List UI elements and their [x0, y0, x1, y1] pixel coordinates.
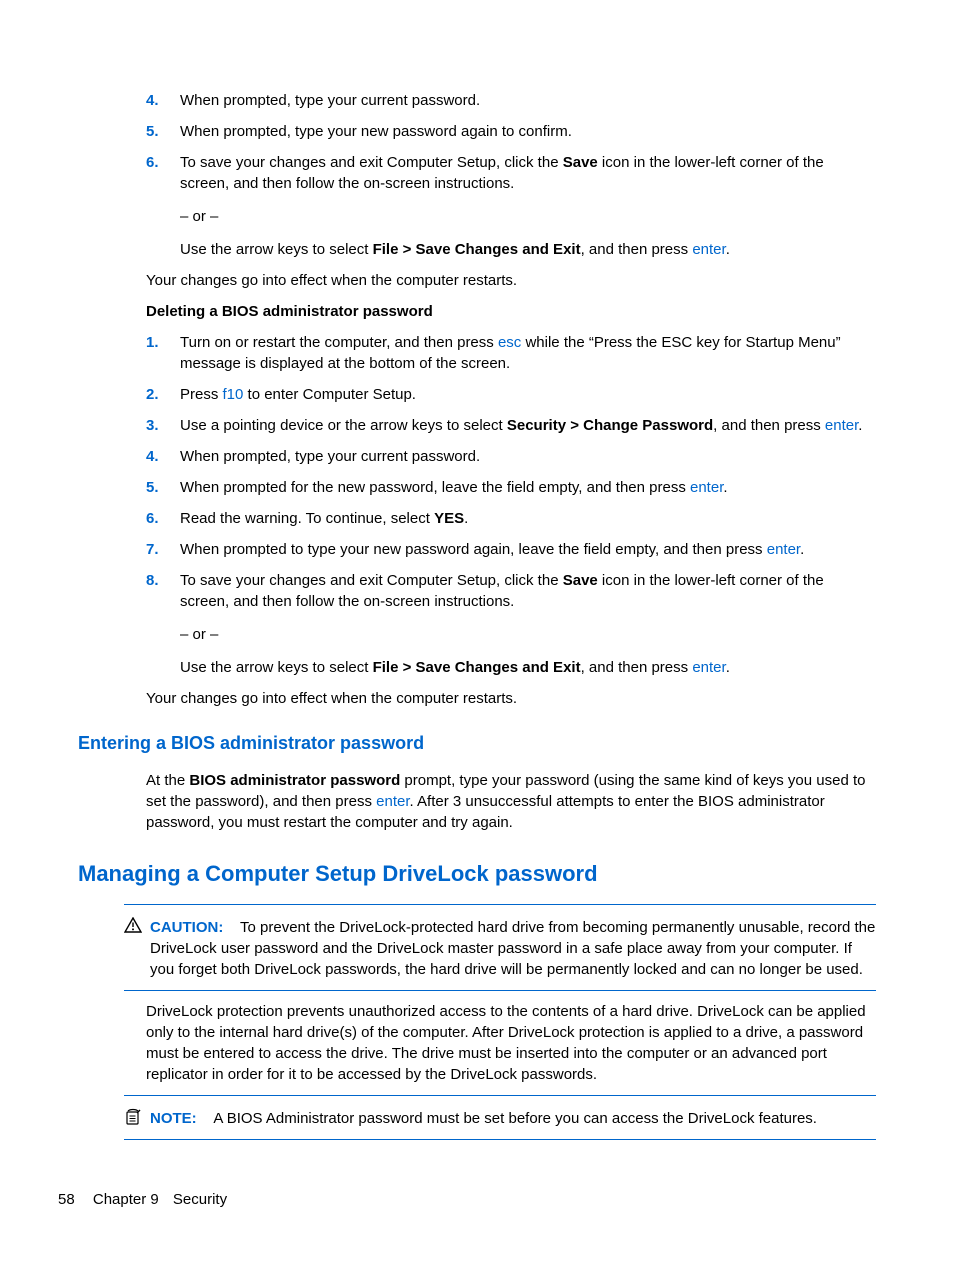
step-number: 4. [146, 446, 159, 467]
divider [124, 904, 876, 905]
subheading-deleting: Deleting a BIOS administrator password [146, 301, 876, 322]
step-text: Turn on or restart the computer, and the… [180, 334, 841, 372]
caution-callout: CAUTION: To prevent the DriveLock-protec… [124, 915, 876, 984]
step-text: Press f10 to enter Computer Setup. [180, 386, 416, 403]
step-number: 5. [146, 121, 159, 142]
step-item: 4. When prompted, type your current passw… [146, 446, 876, 467]
step-item: 8. To save your changes and exit Computer… [146, 570, 876, 678]
page-number: 58 [58, 1191, 75, 1208]
step-text: Use a pointing device or the arrow keys … [180, 417, 862, 434]
step-text: To save your changes and exit Computer S… [180, 154, 824, 192]
step-number: 6. [146, 508, 159, 529]
step-number: 8. [146, 570, 159, 591]
steps-deleting: 1. Turn on or restart the computer, and t… [146, 332, 876, 678]
steps-continued: 4. When prompted, type your current passw… [146, 90, 876, 260]
heading-entering-bios-password: Entering a BIOS administrator password [78, 731, 876, 756]
step-item: 1. Turn on or restart the computer, and t… [146, 332, 876, 374]
chapter-title: Security [173, 1191, 227, 1208]
step-item: 5. When prompted, type your new password … [146, 121, 876, 142]
caution-text: To prevent the DriveLock-protected hard … [150, 919, 875, 978]
step-text: Read the warning. To continue, select YE… [180, 510, 468, 527]
heading-managing-drivelock: Managing a Computer Setup DriveLock pass… [78, 859, 876, 890]
body-text: Your changes go into effect when the com… [146, 270, 876, 291]
note-label: NOTE: [150, 1110, 197, 1127]
divider [124, 1095, 876, 1096]
step-item: 6. Read the warning. To continue, select … [146, 508, 876, 529]
step-number: 3. [146, 415, 159, 436]
step-number: 7. [146, 539, 159, 560]
step-sub-text: – or – [180, 206, 876, 227]
note-icon [124, 1108, 142, 1132]
step-text: To save your changes and exit Computer S… [180, 572, 824, 610]
divider [124, 990, 876, 991]
page-footer: 58 Chapter 9 Security [58, 1189, 227, 1210]
step-text: When prompted, type your current passwor… [180, 448, 480, 465]
step-text: When prompted, type your current passwor… [180, 92, 480, 109]
step-text: When prompted, type your new password ag… [180, 123, 572, 140]
divider [124, 1139, 876, 1140]
step-item: 7. When prompted to type your new passwor… [146, 539, 876, 560]
step-item: 5. When prompted for the new password, le… [146, 477, 876, 498]
step-item: 6. To save your changes and exit Computer… [146, 152, 876, 260]
step-text: When prompted for the new password, leav… [180, 479, 728, 496]
caution-text [228, 919, 241, 936]
step-item: 4. When prompted, type your current passw… [146, 90, 876, 111]
caution-label: CAUTION: [150, 919, 223, 936]
step-number: 5. [146, 477, 159, 498]
step-number: 2. [146, 384, 159, 405]
step-sub-text: Use the arrow keys to select File > Save… [180, 657, 876, 678]
document-page: 4. When prompted, type your current passw… [0, 0, 954, 1140]
body-text: Your changes go into effect when the com… [146, 688, 876, 709]
step-sub-text: – or – [180, 624, 876, 645]
step-sub-text: Use the arrow keys to select File > Save… [180, 239, 876, 260]
body-text: At the BIOS administrator password promp… [146, 770, 876, 833]
caution-icon [124, 917, 142, 939]
step-number: 6. [146, 152, 159, 173]
step-text: When prompted to type your new password … [180, 541, 804, 558]
body-text: DriveLock protection prevents unauthoriz… [146, 1001, 876, 1085]
chapter-label: Chapter 9 [93, 1191, 159, 1208]
step-item: 3. Use a pointing device or the arrow key… [146, 415, 876, 436]
step-number: 1. [146, 332, 159, 353]
step-item: 2. Press f10 to enter Computer Setup. [146, 384, 876, 405]
note-text: A BIOS Administrator password must be se… [213, 1110, 817, 1127]
step-number: 4. [146, 90, 159, 111]
note-text [201, 1110, 214, 1127]
note-callout: NOTE: A BIOS Administrator password must… [124, 1106, 876, 1133]
